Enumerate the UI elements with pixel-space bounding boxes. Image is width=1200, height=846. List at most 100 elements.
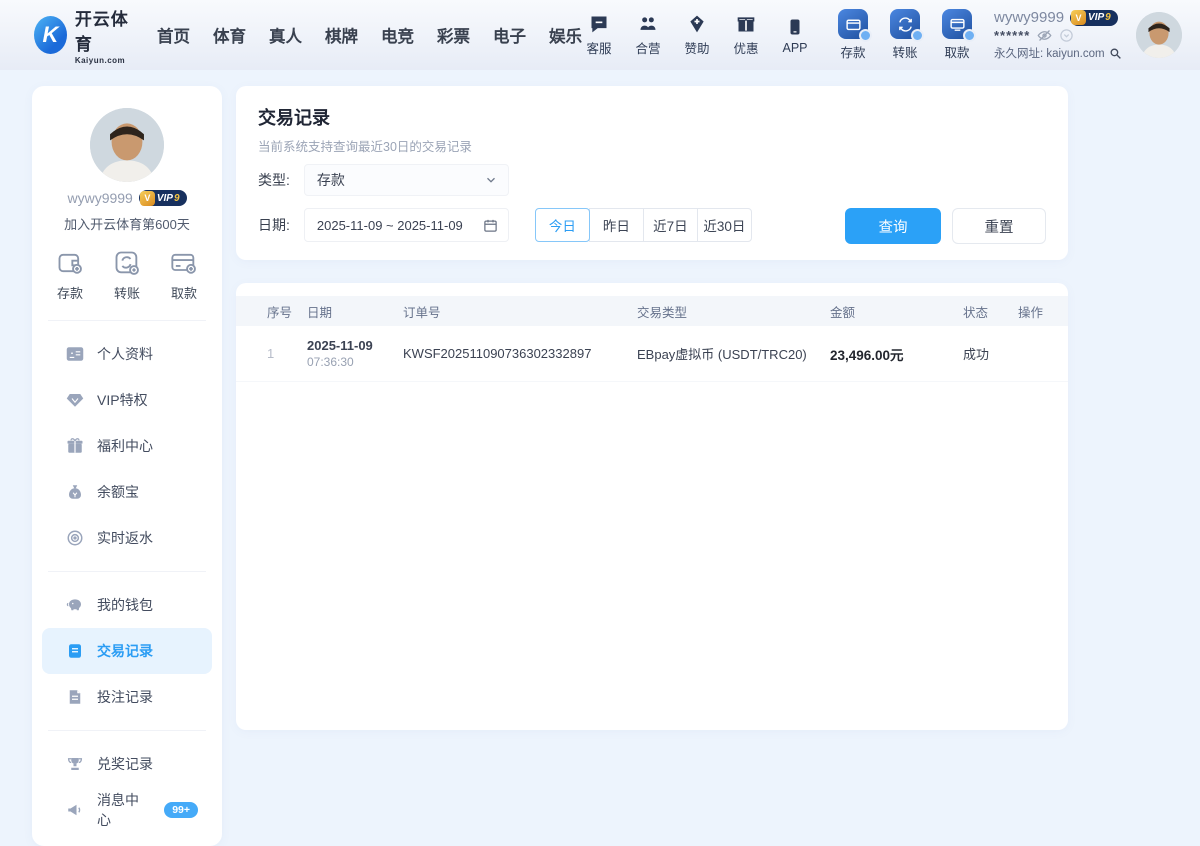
nav-link-sports[interactable]: 体育 [213,23,246,47]
support-label: 客服 [586,42,612,56]
vip-label: VIP [1088,12,1105,23]
query-button[interactable]: 查询 [845,208,941,244]
sidebar-item-vip[interactable]: VIP特权 [42,377,212,423]
nav-link-slots[interactable]: 电子 [493,23,526,47]
sidebar-item-label: 个人资料 [97,346,153,362]
top-navbar: K 开云体育 Kaiyun.com 首页 体育 真人 棋牌 电竞 彩票 电子 娱… [0,0,1200,70]
range-today-button[interactable]: 今日 [534,208,590,242]
type-select-value: 存款 [316,172,345,188]
sidebar-vip-shield-icon: V [139,190,155,206]
sidebar-menu-group-1: 个人资料 VIP特权 福利中心 余额宝 实时返水 [32,325,222,567]
money-bag-icon [66,483,84,501]
brand-logo[interactable]: K 开云体育 Kaiyun.com [34,5,137,65]
sidebar-transfer-action[interactable]: 转账 [113,249,141,302]
sidebar-item-profile[interactable]: 个人资料 [42,331,212,377]
sidebar-item-rebate[interactable]: 实时返水 [42,515,212,561]
sidebar-quick-actions: 存款 转账 取款 [32,233,222,316]
nav-link-lottery[interactable]: 彩票 [437,23,470,47]
promotions-label: 优惠 [733,42,759,56]
piggy-bank-icon [66,596,84,614]
refresh-chevron-icon[interactable] [1059,28,1074,43]
sidebar-item-bets[interactable]: 投注记录 [42,674,212,720]
col-amount: 金额 [830,305,856,320]
table-row: 1 2025-11-09 07:36:30 KWSF20251109073630… [236,326,1068,382]
sidebar-item-messages[interactable]: 消息中心 99+ [42,787,212,833]
range-yesterday-button[interactable]: 昨日 [588,208,644,242]
sidebar-item-label: 消息中心 [97,792,139,828]
support-button[interactable]: 客服 [582,13,616,57]
col-date: 日期 [307,305,333,320]
col-status: 状态 [963,305,989,320]
brand-domain: Kaiyun.com [74,56,126,65]
sidebar-item-prizes[interactable]: 兑奖记录 [42,741,212,787]
sidebar-deposit-action[interactable]: 存款 [56,249,84,302]
sidebar-withdraw-label: 取款 [170,286,197,301]
sidebar-vip-label: VIP [156,192,173,204]
sidebar-item-transactions[interactable]: 交易记录 [42,628,212,674]
nav-link-board-games[interactable]: 棋牌 [325,23,358,47]
transfer-badge-dot [911,29,924,42]
calendar-icon [483,218,498,233]
sidebar-divider [48,320,206,321]
eye-off-icon[interactable] [1037,28,1052,43]
reset-button[interactable]: 重置 [952,208,1046,244]
sponsor-button[interactable]: 赞助 [680,13,714,57]
partners-button[interactable]: 合营 [631,13,665,57]
withdraw-tile-icon [942,9,976,42]
sidebar-item-label: 实时返水 [97,530,153,546]
gift-icon [736,13,756,35]
sidebar-withdraw-action[interactable]: 取款 [170,249,198,302]
range-7days-button[interactable]: 近7日 [642,208,698,242]
range-30days-button[interactable]: 近30日 [696,208,752,242]
nav-link-esports[interactable]: 电竞 [381,23,414,47]
username[interactable]: wywy9999 [994,9,1064,26]
app-download-button[interactable]: APP [778,16,812,55]
row-date-time: 07:36:30 [307,355,354,369]
row-amount: 23,496.00元 [830,347,904,363]
avatar[interactable] [1136,12,1182,58]
magnifier-icon[interactable] [1109,47,1122,60]
sidebar-username: wywy9999 [67,190,133,206]
deposit-shortcut-label: 存款 [840,46,866,60]
membership-days: 加入开云体育第600天 [64,217,190,232]
sidebar-item-yuebao[interactable]: 余额宝 [42,469,212,515]
sidebar-item-label: 投注记录 [97,689,153,705]
date-label: 日期: [258,217,290,233]
col-action: 操作 [1018,305,1044,320]
sidebar-menu-group-3: 兑奖记录 消息中心 99+ [32,735,222,839]
sponsor-label: 赞助 [684,42,710,56]
sidebar-item-welfare[interactable]: 福利中心 [42,423,212,469]
brand-name: 开云体育 [74,10,129,54]
nav-link-home[interactable]: 首页 [157,23,190,47]
nav-link-entertainment[interactable]: 娱乐 [549,23,582,47]
transaction-doc-icon [66,642,84,660]
col-order-no: 订单号 [403,305,441,320]
row-date: 2025-11-09 07:36:30 [307,338,403,369]
mobile-app-icon [786,16,804,38]
partners-label: 合营 [635,42,661,56]
sponsor-icon [687,13,707,35]
user-block: wywy9999 V VIP9 ****** 永久网址: kaiyun.com [994,9,1122,61]
sidebar-avatar[interactable] [90,108,164,182]
table-header-row: 序号 日期 订单号 交易类型 金额 状态 操作 [236,296,1068,326]
withdraw-shortcut[interactable]: 取款 [938,9,976,61]
promotions-button[interactable]: 优惠 [729,13,763,57]
masked-balance: ****** [994,28,1031,43]
sidebar-item-label: 余额宝 [97,484,139,500]
type-select[interactable]: 存款 [303,164,509,196]
sidebar-item-wallet[interactable]: 我的钱包 [42,582,212,628]
date-range-value: 2025-11-09 ~ 2025-11-09 [316,217,463,233]
main-nav: 首页 体育 真人 棋牌 电竞 彩票 电子 娱乐 [157,23,582,47]
id-card-icon [66,345,84,363]
wallet-tools: 存款 转账 取款 [834,9,976,61]
row-date-day: 2025-11-09 [307,338,373,353]
date-range-input[interactable]: 2025-11-09 ~ 2025-11-09 [303,208,509,242]
sidebar-transfer-label: 转账 [113,286,140,301]
sidebar-item-label: 兑奖记录 [97,756,153,772]
megaphone-icon [66,801,84,819]
transfer-shortcut[interactable]: 转账 [886,9,924,61]
deposit-shortcut[interactable]: 存款 [834,9,872,61]
chevron-down-icon [484,173,498,187]
gift-icon [66,437,84,455]
nav-link-live-casino[interactable]: 真人 [269,23,302,47]
